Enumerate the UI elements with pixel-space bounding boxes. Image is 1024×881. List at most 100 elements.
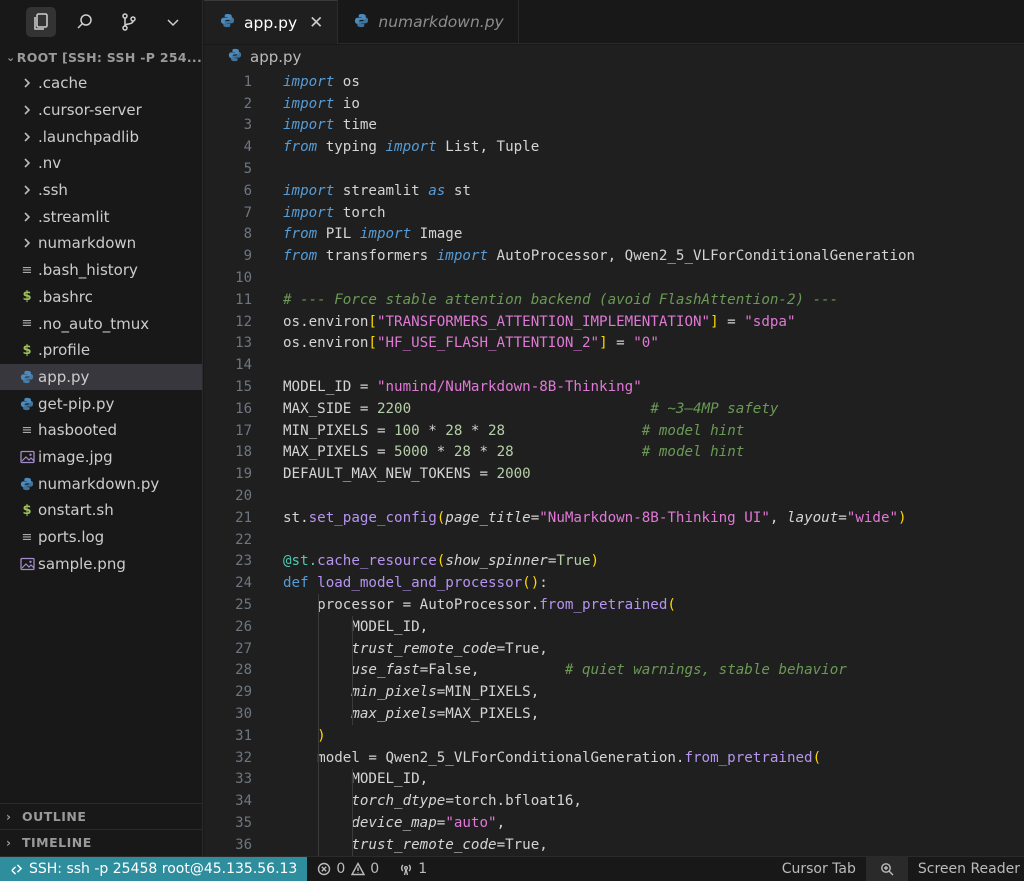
code-text: import streamlit as st — [283, 182, 471, 199]
text-file-icon: ≡ — [21, 316, 33, 332]
code-line[interactable]: 6 import streamlit as st — [204, 180, 1024, 202]
code-line[interactable]: 33 MODEL_ID, — [204, 769, 1024, 791]
tree-item-label: .nv — [38, 154, 62, 173]
line-number: 9 — [243, 248, 252, 265]
tree-item[interactable]: .ssh — [0, 177, 202, 204]
breadcrumb[interactable]: app.py — [204, 45, 1024, 69]
code-text: os.environ["HF_USE_FLASH_ATTENTION_2"] =… — [283, 335, 659, 352]
tab-app-py[interactable]: app.py ✕ — [204, 0, 339, 44]
code-line[interactable]: 26 MODEL_ID, — [204, 616, 1024, 638]
code-line[interactable]: 25 processor = AutoProcessor.from_pretra… — [204, 594, 1024, 616]
timeline-panel-header[interactable]: › TIMELINE — [0, 829, 203, 855]
code-line[interactable]: 19 DEFAULT_MAX_NEW_TOKENS = 2000 — [204, 463, 1024, 485]
code-line[interactable]: 16 MAX_SIDE = 2200 # ~3–4MP safety — [204, 398, 1024, 420]
python-file-icon — [354, 13, 378, 32]
code-line[interactable]: 18 MAX_PIXELS = 5000 * 28 * 28 # model hi… — [204, 442, 1024, 464]
tree-item[interactable]: .cache — [0, 70, 202, 97]
code-line[interactable]: 36 trust_remote_code=True, — [204, 834, 1024, 856]
tree-item[interactable]: image.jpg — [0, 444, 202, 471]
code-line[interactable]: 12 os.environ["TRANSFORMERS_ATTENTION_IMP… — [204, 311, 1024, 333]
close-icon[interactable]: ✕ — [309, 13, 323, 33]
code-line[interactable]: 4 from typing import List, Tuple — [204, 136, 1024, 158]
code-line[interactable]: 2 import io — [204, 93, 1024, 115]
tree-item-label: sample.png — [38, 554, 126, 573]
line-number: 11 — [235, 291, 252, 308]
code-line[interactable]: 27 trust_remote_code=True, — [204, 638, 1024, 660]
code-line[interactable]: 24 def load_model_and_processor(): — [204, 572, 1024, 594]
zoom-button[interactable] — [865, 856, 908, 881]
code-line[interactable]: 29 min_pixels=MIN_PIXELS, — [204, 681, 1024, 703]
code-text: import os — [283, 73, 360, 90]
remote-indicator[interactable]: SSH: ssh -p 25458 root@45.135.56.13 — [0, 856, 308, 881]
tree-item[interactable]: get-pip.py — [0, 390, 202, 417]
outline-label: OUTLINE — [22, 809, 87, 824]
code-line[interactable]: 28 use_fast=False, # quiet warnings, sta… — [204, 660, 1024, 682]
code-line[interactable]: 15 MODEL_ID = "numind/NuMarkdown-8B-Think… — [204, 376, 1024, 398]
code-line[interactable]: 32 model = Qwen2_5_VLForConditionalGener… — [204, 747, 1024, 769]
code-line[interactable]: 21 st.set_page_config(page_title="NuMarkd… — [204, 507, 1024, 529]
tree-item[interactable]: .cursor-server — [0, 97, 202, 124]
source-control-icon[interactable] — [114, 7, 144, 37]
tree-item[interactable]: $ onstart.sh — [0, 497, 202, 524]
tree-item[interactable]: app.py — [0, 363, 202, 391]
shell-file-icon: $ — [22, 289, 32, 305]
image-file-icon — [16, 450, 38, 464]
code-line[interactable]: 14 — [204, 354, 1024, 376]
tree-item[interactable]: .launchpadlib — [0, 123, 202, 150]
line-number: 22 — [235, 531, 252, 548]
tree-item[interactable]: .streamlit — [0, 203, 202, 230]
text-file-icon: ≡ — [21, 422, 33, 438]
code-line[interactable]: 30 max_pixels=MAX_PIXELS, — [204, 703, 1024, 725]
tree-item[interactable]: $ .profile — [0, 337, 202, 364]
code-line[interactable]: 5 — [204, 158, 1024, 180]
tree-item[interactable]: sample.png — [0, 550, 202, 577]
screen-reader-button[interactable]: Screen Reader — [908, 857, 1024, 881]
code-line[interactable]: 22 — [204, 529, 1024, 551]
root-folder-header[interactable]: ⌄ ROOT [SSH: SSH -P 254... — [0, 44, 202, 70]
code-line[interactable]: 13 os.environ["HF_USE_FLASH_ATTENTION_2"]… — [204, 333, 1024, 355]
tree-item[interactable]: .nv — [0, 150, 202, 177]
outline-panel-header[interactable]: › OUTLINE — [0, 803, 203, 829]
code-line[interactable]: 20 — [204, 485, 1024, 507]
search-icon[interactable] — [70, 7, 100, 37]
tree-item[interactable]: $ .bashrc — [0, 284, 202, 311]
chevron-right-icon — [16, 132, 38, 142]
code-line[interactable]: 35 device_map="auto", — [204, 812, 1024, 834]
tree-item[interactable]: ≡ .bash_history — [0, 257, 202, 284]
code-text: MAX_SIDE = 2200 # ~3–4MP safety — [283, 400, 779, 417]
code-line[interactable]: 31 ) — [204, 725, 1024, 747]
image-file-icon — [16, 557, 38, 571]
tree-item[interactable]: ≡ ports.log — [0, 524, 202, 551]
tab-numarkdown-py[interactable]: numarkdown.py — [338, 0, 519, 44]
problems-indicator[interactable]: 0 0 — [307, 857, 389, 881]
editor-tabs: app.py ✕ numarkdown.py — [204, 0, 1024, 44]
code-line[interactable]: 9 from transformers import AutoProcessor,… — [204, 245, 1024, 267]
code-line[interactable]: 1 import os — [204, 71, 1024, 93]
ports-indicator[interactable]: 1 — [389, 857, 437, 881]
text-file-icon: ≡ — [21, 262, 33, 278]
code-editor[interactable]: 1 import os 2 import io 3 import time 4 from ty… — [204, 69, 1024, 856]
tree-item[interactable]: numarkdown.py — [0, 470, 202, 497]
python-file-icon — [16, 397, 38, 411]
code-line[interactable]: 7 import torch — [204, 202, 1024, 224]
code-line[interactable]: 23 @st.cache_resource(show_spinner=True) — [204, 551, 1024, 573]
code-line[interactable]: 34 torch_dtype=torch.bfloat16, — [204, 790, 1024, 812]
code-line[interactable]: 11 # --- Force stable attention backend (… — [204, 289, 1024, 311]
code-line[interactable]: 10 — [204, 267, 1024, 289]
explorer-icon[interactable] — [26, 7, 56, 37]
code-text: use_fast=False, # quiet warnings, stable… — [351, 662, 847, 679]
cursor-tab-button[interactable]: Cursor Tab — [772, 857, 866, 881]
line-number: 6 — [243, 182, 252, 199]
chevron-down-icon[interactable] — [158, 7, 188, 37]
code-line[interactable]: 8 from PIL import Image — [204, 224, 1024, 246]
code-line[interactable]: 17 MIN_PIXELS = 100 * 28 * 28 # model hin… — [204, 420, 1024, 442]
text-file-icon: ≡ — [21, 529, 33, 545]
tree-item[interactable]: ≡ .no_auto_tmux — [0, 310, 202, 337]
broadcast-icon — [401, 864, 412, 876]
tree-item[interactable]: numarkdown — [0, 230, 202, 257]
tree-item[interactable]: ≡ hasbooted — [0, 417, 202, 444]
file-tree: .cache .cursor-server .launchpadlib .nv .ssh… — [0, 70, 202, 577]
code-line[interactable]: 3 import time — [204, 115, 1024, 137]
chevron-right-icon: › — [6, 809, 12, 824]
chevron-right-icon — [16, 238, 38, 249]
